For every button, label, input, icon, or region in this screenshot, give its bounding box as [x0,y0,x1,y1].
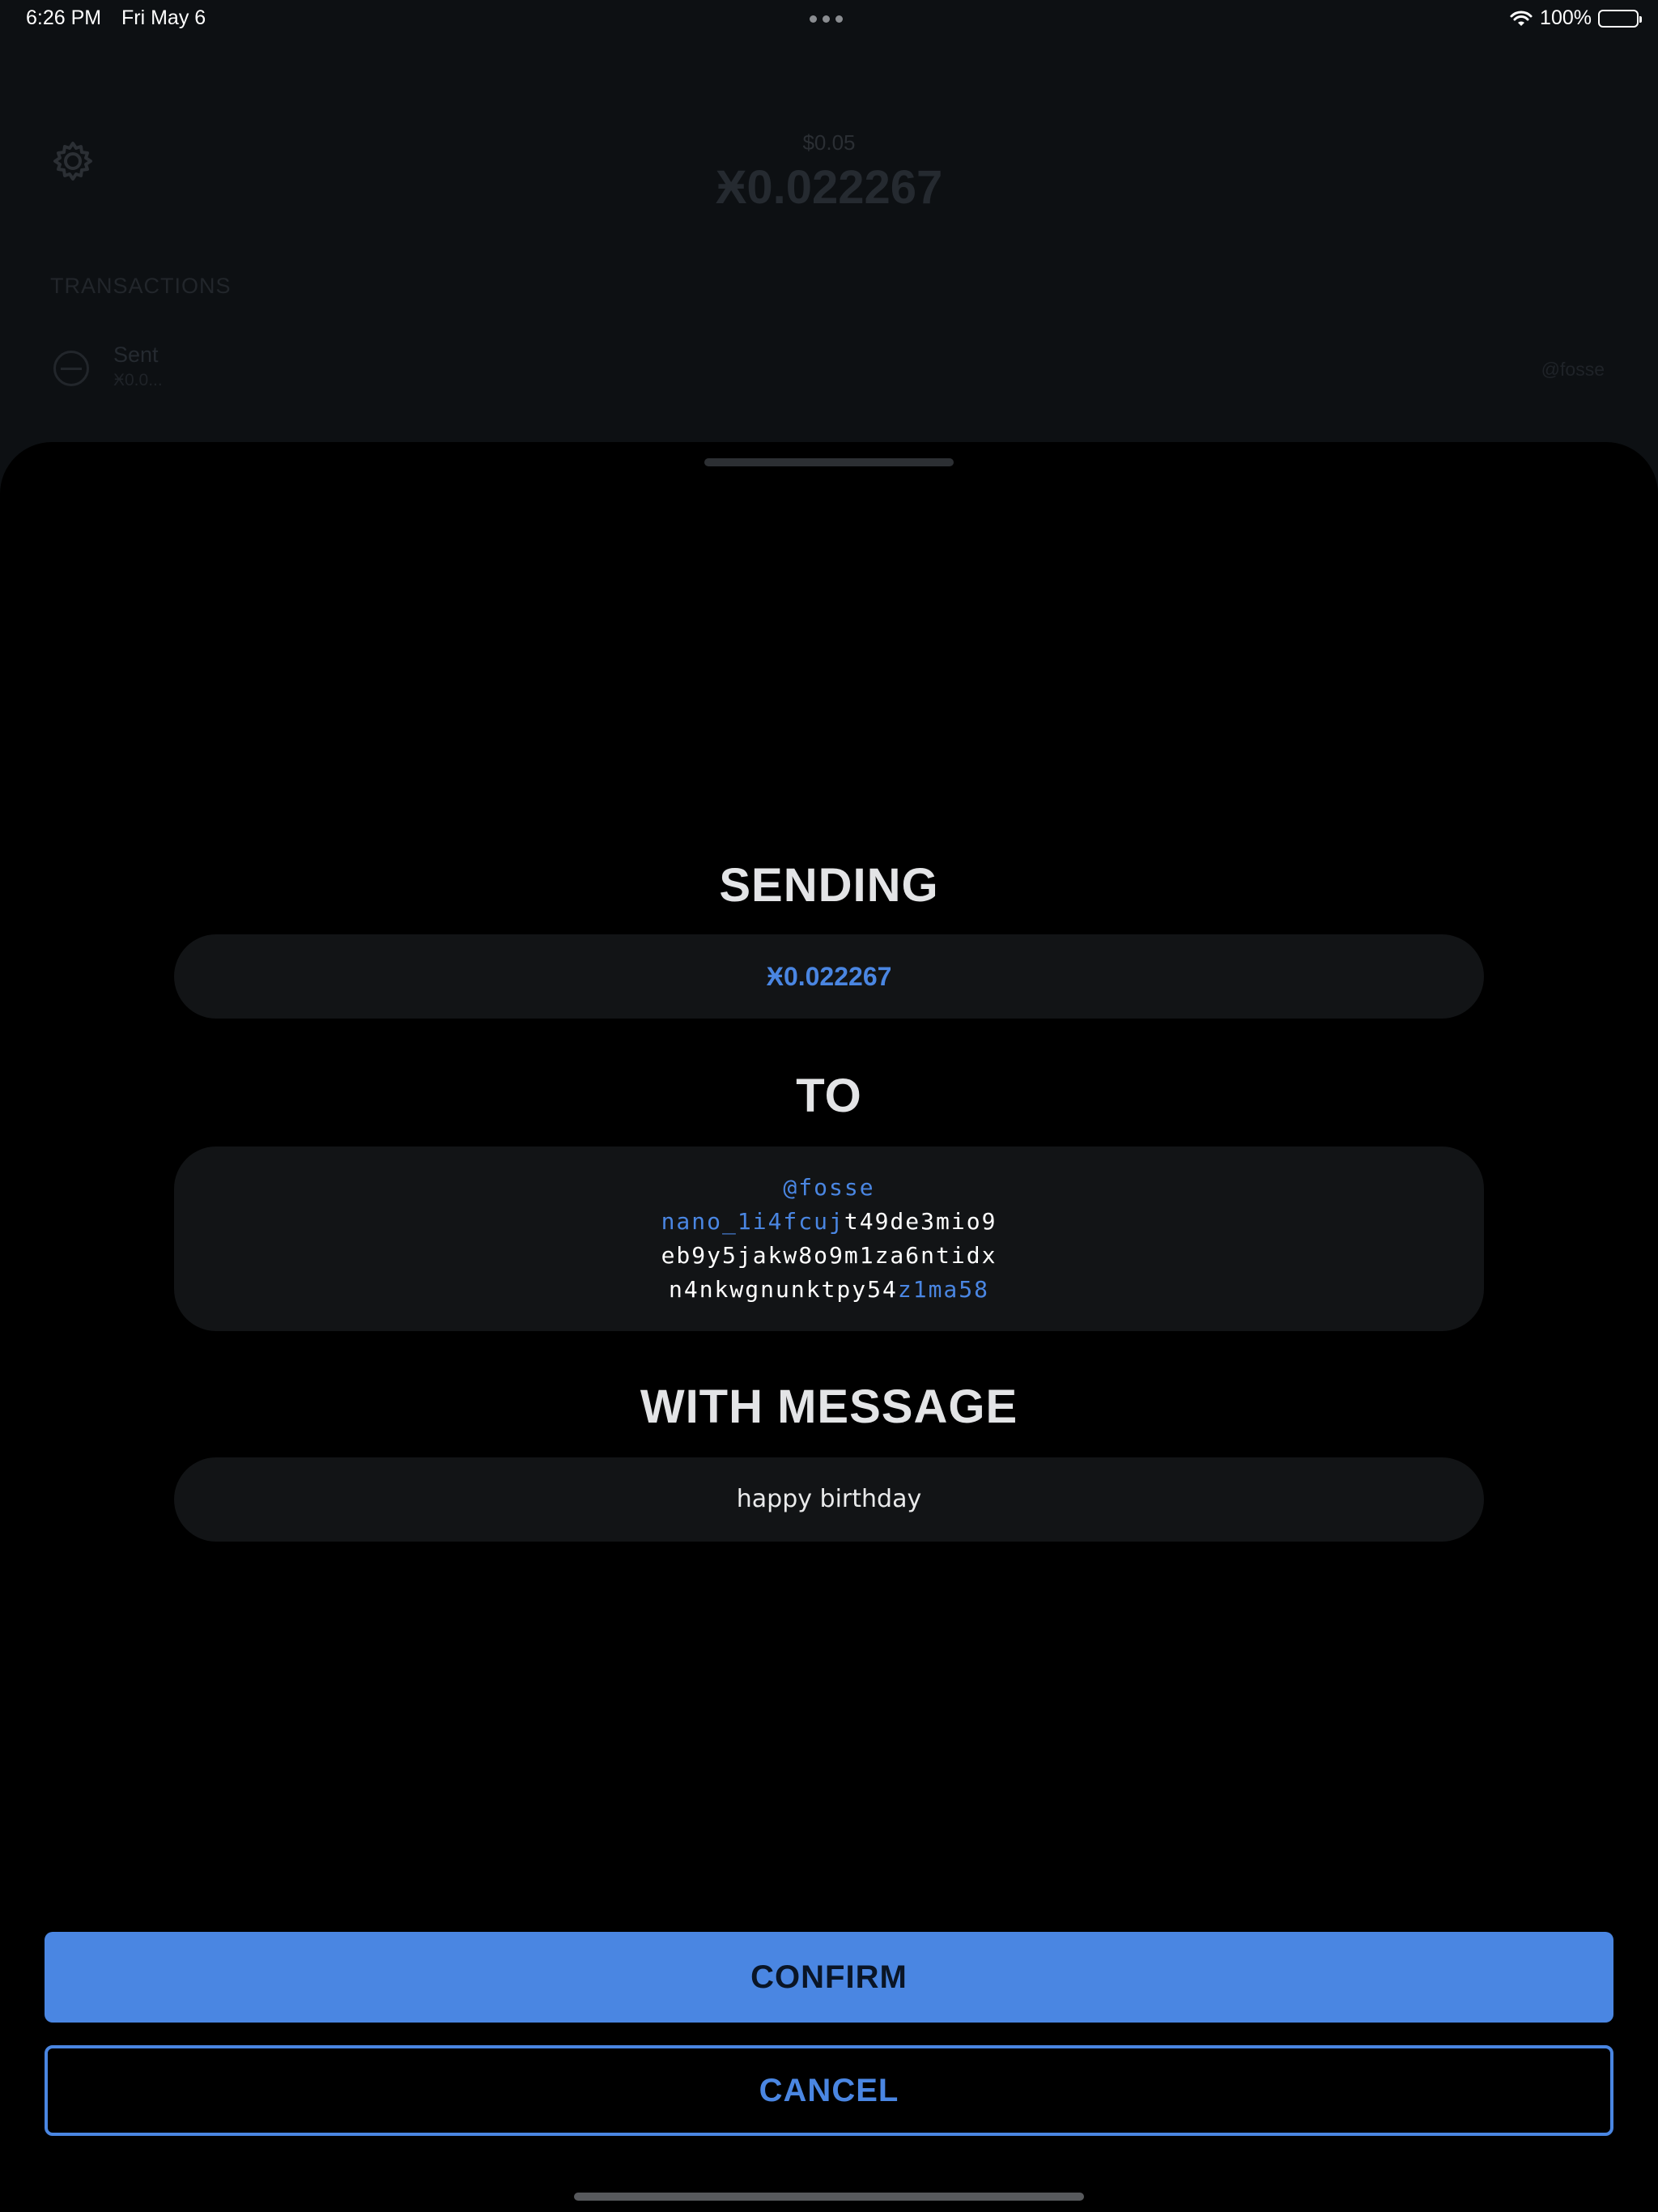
sending-title: SENDING [719,859,939,912]
multitasking-dots-icon[interactable] [810,15,843,23]
wifi-icon [1509,10,1533,28]
sheet-grabber[interactable] [704,458,954,466]
home-indicator[interactable] [574,2193,1084,2201]
message-pill: happy birthday [174,1457,1484,1542]
background-home-screen: $0.05 Ӿ0.022267 TRANSACTIONS Sent Ӿ0.0..… [0,39,1658,444]
fiat-balance: $0.05 [802,130,856,155]
send-amount: Ӿ0.022267 [766,962,892,991]
cancel-button[interactable]: CANCEL [45,2045,1613,2136]
recipient-alias: @fosse [783,1174,875,1201]
battery-icon [1598,9,1642,28]
transaction-amount: Ӿ0.0... [113,371,163,389]
nano-balance: Ӿ0.022267 [715,161,943,214]
sent-icon [53,351,89,386]
address-line-1: nano_1i4fcujt49de3mio9 [661,1208,997,1235]
transaction-type: Sent [113,342,159,367]
status-time: 6:26 PM [26,6,102,29]
recipient-address-pill: @fosse nano_1i4fcujt49de3mio9 eb9y5jakw8… [174,1146,1484,1331]
transaction-account: @fosse [1541,359,1605,380]
to-title: TO [796,1070,862,1122]
send-confirm-sheet: SENDING Ӿ0.022267 TO @fosse nano_1i4fcuj… [0,442,1658,2212]
confirm-button[interactable]: CONFIRM [45,1932,1613,2023]
transactions-header: TRANSACTIONS [50,274,232,298]
status-indicators: 100% [1509,6,1642,30]
message-text: happy birthday [736,1485,922,1513]
status-date: Fri May 6 [121,6,206,29]
amount-pill: Ӿ0.022267 [174,934,1484,1019]
status-bar: 6:26 PM Fri May 6 100% [0,0,1658,39]
battery-percent: 100% [1540,6,1592,29]
address-line-2: eb9y5jakw8o9m1za6ntidx [661,1242,997,1269]
message-title: WITH MESSAGE [640,1380,1018,1433]
address-line-3: n4nkwgnunktpy54z1ma58 [668,1276,990,1303]
